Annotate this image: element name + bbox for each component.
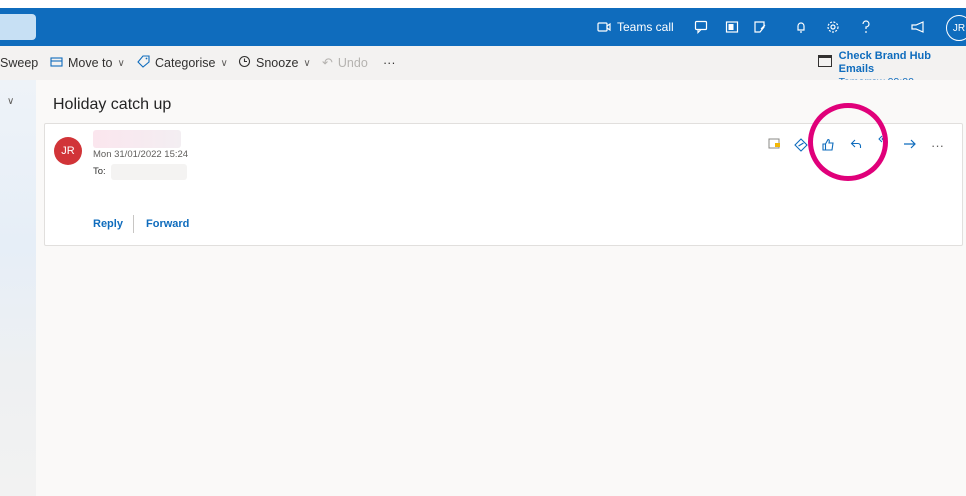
calendar-icon: [818, 55, 832, 67]
video-camera-icon: [597, 22, 611, 32]
clock-icon: [238, 55, 251, 71]
sender-name-redacted: [93, 130, 181, 148]
teams-call-label: Teams call: [617, 20, 674, 34]
move-to-button[interactable]: Move to ∨: [50, 46, 125, 80]
chevron-down-icon: ∨: [117, 57, 125, 69]
more-actions-button[interactable]: ···: [383, 46, 396, 80]
account-avatar[interactable]: JR: [946, 15, 966, 41]
undo-icon: ↶: [322, 55, 333, 70]
whiteboard-icon[interactable]: [753, 19, 767, 35]
reply-link[interactable]: Reply: [93, 218, 123, 230]
to-label: To:: [93, 166, 106, 177]
reminder-title: Check Brand Hub Emails: [838, 50, 931, 75]
snooze-button[interactable]: Snooze ∨: [238, 46, 311, 80]
folder-move-icon: [50, 56, 63, 71]
sent-date: Mon 31/01/2022 15:24: [93, 149, 189, 160]
undo-button[interactable]: ↶ Undo: [322, 46, 368, 80]
help-icon[interactable]: [860, 19, 872, 35]
command-bar: Sweep Move to ∨ Categorise ∨ Snooze ∨ ↶ …: [0, 46, 966, 88]
more-options-icon[interactable]: ···: [931, 138, 944, 153]
link-separator: [133, 215, 134, 233]
chevron-down-icon: ∨: [220, 57, 228, 69]
chat-icon[interactable]: [694, 19, 708, 35]
immersive-reader-icon[interactable]: [768, 138, 781, 149]
tag-icon: [137, 55, 150, 71]
undo-label: Undo: [337, 56, 368, 70]
office-icon[interactable]: [725, 19, 739, 35]
search-box[interactable]: [0, 14, 36, 40]
megaphone-icon[interactable]: [910, 19, 926, 35]
message-subject: Holiday catch up: [53, 96, 172, 113]
message-list-edge[interactable]: [0, 80, 36, 496]
forward-link[interactable]: Forward: [146, 218, 189, 230]
snooze-label: Snooze: [256, 56, 299, 70]
chevron-down-icon[interactable]: ∨: [7, 96, 14, 107]
categorise-button[interactable]: Categorise ∨: [137, 46, 228, 80]
sticker-icon[interactable]: [794, 138, 808, 152]
sender-avatar[interactable]: JR: [54, 137, 82, 165]
highlight-annotation-circle: [808, 103, 888, 181]
more-label: ···: [383, 56, 396, 70]
recipient-redacted: [111, 164, 187, 180]
sweep-button[interactable]: Sweep: [0, 46, 38, 80]
chevron-down-icon: ∨: [303, 57, 311, 69]
bell-icon[interactable]: [794, 19, 808, 35]
forward-icon[interactable]: [903, 138, 917, 150]
move-to-label: Move to: [68, 56, 113, 70]
app-header: Teams call JR: [0, 8, 966, 46]
gear-icon[interactable]: [826, 19, 840, 35]
teams-call-button[interactable]: Teams call: [597, 19, 674, 35]
sweep-label: Sweep: [0, 56, 39, 70]
categorise-label: Categorise: [155, 56, 216, 70]
